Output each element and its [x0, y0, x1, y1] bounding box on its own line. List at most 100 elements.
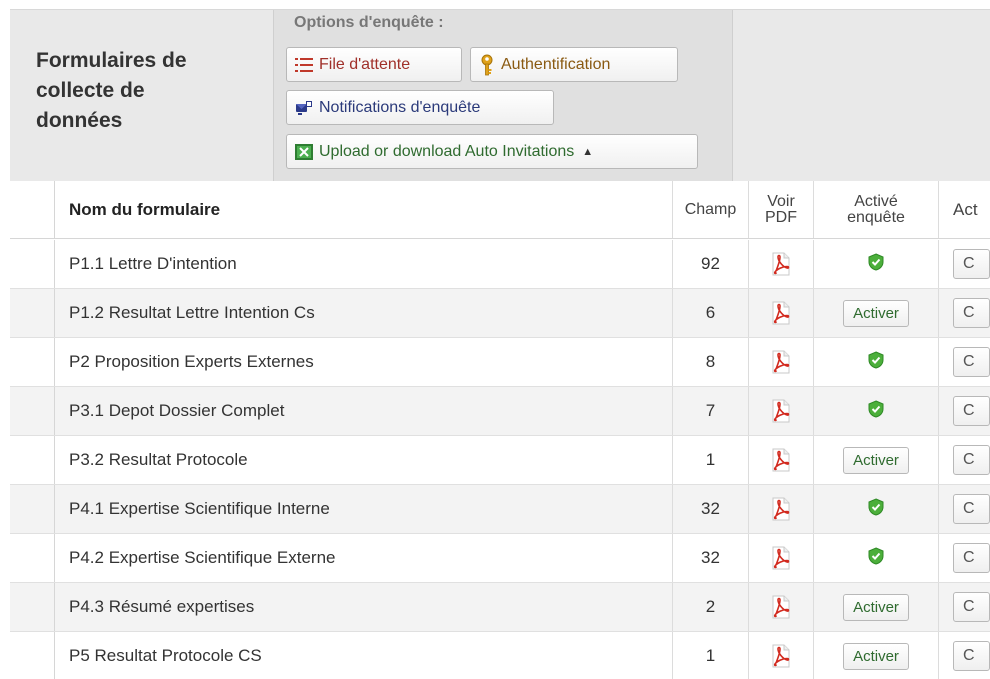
row-action-button[interactable]: C: [953, 249, 990, 279]
field-count: 7: [673, 387, 749, 435]
pdf-icon[interactable]: [749, 436, 814, 484]
column-header-pdf-line2: PDF: [765, 208, 797, 226]
column-header-name[interactable]: Nom du formulaire: [55, 181, 673, 238]
row-spacer: [10, 485, 55, 533]
top-strip: [0, 0, 990, 9]
row-action-button[interactable]: C: [953, 445, 990, 475]
row-action-cell: C: [939, 583, 990, 631]
notifications-label: Notifications d'enquête: [319, 98, 481, 116]
survey-active-cell: [814, 485, 939, 533]
activer-button[interactable]: Activer: [843, 593, 909, 621]
notifications-button[interactable]: Notifications d'enquête: [286, 90, 554, 125]
field-count: 6: [673, 289, 749, 337]
form-name[interactable]: P1.1 Lettre D'intention: [55, 240, 673, 288]
options-label: Options d'enquête :: [294, 14, 444, 31]
pdf-icon[interactable]: [749, 387, 814, 435]
pdf-icon[interactable]: [749, 240, 814, 288]
table-row: P5 Resultat Protocole CS 1 Activer C: [10, 632, 990, 679]
column-header-active-line2: enquête: [847, 208, 905, 226]
table-row: P4.1 Expertise Scientifique Interne 32 C: [10, 485, 990, 534]
pdf-icon[interactable]: [749, 289, 814, 337]
survey-header: Formulaires de collecte de données Optio…: [10, 9, 990, 182]
page-title: Formulaires de collecte de données: [36, 46, 256, 136]
table-header: Nom du formulaire Champ Voir PDF Activé …: [10, 181, 990, 239]
row-spacer: [10, 387, 55, 435]
table-row: P4.3 Résumé expertises 2 Activer C: [10, 583, 990, 632]
form-name[interactable]: P3.2 Resultat Protocole: [55, 436, 673, 484]
shield-check-icon: [868, 252, 884, 276]
form-name[interactable]: P1.2 Resultat Lettre Intention Cs: [55, 289, 673, 337]
column-header-actions: Act: [953, 199, 978, 219]
row-spacer: [10, 632, 55, 679]
row-action-cell: C: [939, 485, 990, 533]
row-action-button[interactable]: C: [953, 396, 990, 426]
row-spacer: [10, 338, 55, 386]
shield-check-icon: [868, 350, 884, 374]
row-action-cell: C: [939, 289, 990, 337]
form-name[interactable]: P4.1 Expertise Scientifique Interne: [55, 485, 673, 533]
form-name[interactable]: P2 Proposition Experts Externes: [55, 338, 673, 386]
pdf-icon[interactable]: [749, 485, 814, 533]
upload-auto-invitations-button[interactable]: Upload or download Auto Invitations ▲: [286, 134, 698, 169]
column-header-pdf-line1: Voir: [767, 192, 795, 210]
survey-active-cell: Activer: [814, 632, 939, 679]
survey-active-cell: [814, 534, 939, 582]
file-attente-label: File d'attente: [319, 55, 411, 73]
column-header-pdf: Voir PDF: [749, 181, 814, 238]
form-name[interactable]: P3.1 Depot Dossier Complet: [55, 387, 673, 435]
page: Formulaires de collecte de données Optio…: [0, 0, 990, 679]
row-action-cell: C: [939, 387, 990, 435]
pdf-icon[interactable]: [749, 583, 814, 631]
survey-active-cell: [814, 387, 939, 435]
pdf-icon[interactable]: [749, 632, 814, 679]
row-action-button[interactable]: C: [953, 592, 990, 622]
row-action-cell: C: [939, 338, 990, 386]
survey-active-cell: Activer: [814, 583, 939, 631]
row-action-cell: C: [939, 534, 990, 582]
pdf-icon[interactable]: [749, 338, 814, 386]
row-action-button[interactable]: C: [953, 347, 990, 377]
authentification-label: Authentification: [501, 55, 611, 73]
authentification-button[interactable]: Authentification: [470, 47, 678, 82]
form-name[interactable]: P4.3 Résumé expertises: [55, 583, 673, 631]
caret-up-icon: ▲: [582, 145, 594, 158]
survey-active-cell: Activer: [814, 289, 939, 337]
header-spacer: [10, 181, 55, 238]
field-count: 2: [673, 583, 749, 631]
page-title-line-3: données: [36, 109, 123, 132]
notification-icon: [295, 100, 313, 116]
shield-check-icon: [868, 546, 884, 570]
key-icon: [479, 54, 495, 76]
shield-check-icon: [868, 399, 884, 423]
survey-active-cell: [814, 240, 939, 288]
survey-options-panel: Options d'enquête : File d'attente Authe…: [273, 10, 733, 182]
shield-check-icon: [868, 497, 884, 521]
row-action-button[interactable]: C: [953, 494, 990, 524]
row-spacer: [10, 436, 55, 484]
row-action-button[interactable]: C: [953, 298, 990, 328]
upload-label: Upload or download Auto Invitations: [319, 142, 575, 160]
activer-button[interactable]: Activer: [843, 642, 909, 670]
row-spacer: [10, 534, 55, 582]
activer-button[interactable]: Activer: [843, 299, 909, 327]
table-row: P1.2 Resultat Lettre Intention Cs 6 Active…: [10, 289, 990, 338]
row-action-button[interactable]: C: [953, 543, 990, 573]
row-spacer: [10, 289, 55, 337]
list-icon: [295, 57, 313, 72]
pdf-icon[interactable]: [749, 534, 814, 582]
column-header-active-line1: Activé: [854, 192, 898, 210]
field-count: 92: [673, 240, 749, 288]
excel-icon: [295, 143, 313, 160]
form-name[interactable]: P5 Resultat Protocole CS: [55, 632, 673, 679]
field-count: 32: [673, 485, 749, 533]
field-count: 32: [673, 534, 749, 582]
field-count: 8: [673, 338, 749, 386]
activer-button[interactable]: Activer: [843, 446, 909, 474]
column-header-champ[interactable]: Champ: [673, 181, 749, 238]
page-title-line-1: Formulaires de: [36, 49, 187, 72]
row-spacer: [10, 240, 55, 288]
row-action-button[interactable]: C: [953, 641, 990, 671]
form-name[interactable]: P4.2 Expertise Scientifique Externe: [55, 534, 673, 582]
survey-active-cell: [814, 338, 939, 386]
file-attente-button[interactable]: File d'attente: [286, 47, 462, 82]
